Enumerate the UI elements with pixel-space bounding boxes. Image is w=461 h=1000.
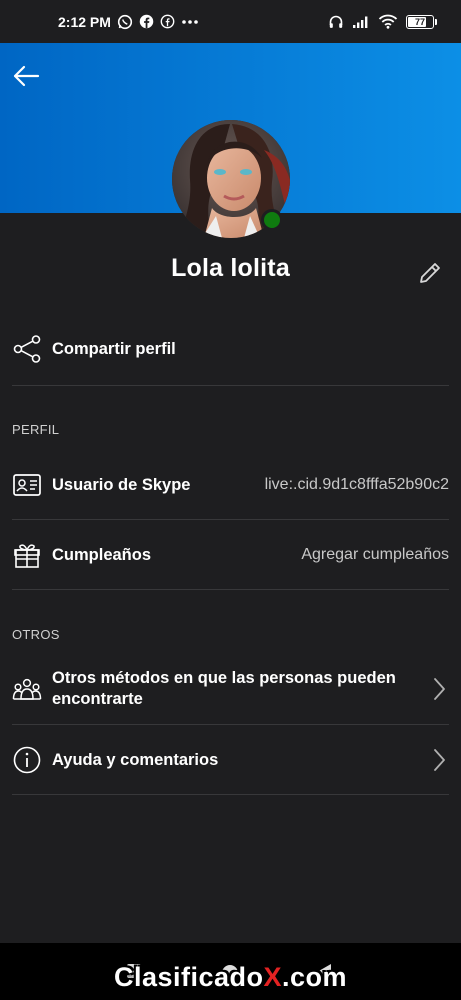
info-icon <box>12 745 42 775</box>
divider <box>12 385 449 386</box>
battery-tip <box>435 18 437 25</box>
divider <box>12 794 449 795</box>
battery-level: 77 <box>414 16 425 27</box>
birthday-label: Cumpleaños <box>52 545 152 564</box>
share-profile-label: Compartir perfil <box>52 339 176 358</box>
headphones-icon <box>328 14 344 30</box>
watermark-text-accent: X <box>263 962 283 992</box>
gift-icon <box>12 540 42 570</box>
status-left: 2:12 PM <box>58 14 199 30</box>
whatsapp-icon <box>117 14 133 30</box>
chevron-right-icon <box>429 748 449 772</box>
wifi-icon <box>378 14 398 29</box>
online-status-indicator <box>261 209 283 231</box>
add-birthday-link[interactable]: Agregar cumpleaños <box>301 546 449 564</box>
birthday-row[interactable]: Cumpleaños Agregar cumpleaños <box>12 540 449 570</box>
section-header-perfil: PERFIL <box>12 422 60 437</box>
status-time: 2:12 PM <box>58 13 111 30</box>
facebook-icon <box>160 14 175 29</box>
watermark-text-pre: Clasificado <box>113 962 264 992</box>
edit-button[interactable] <box>416 258 444 288</box>
more-dots-icon <box>181 19 199 25</box>
chevron-right-icon <box>429 677 449 701</box>
back-button[interactable] <box>10 60 42 92</box>
section-header-otros: OTROS <box>12 627 60 642</box>
watermark-logo: ClasificadoX.com <box>0 962 461 993</box>
battery-icon: 77 <box>406 14 437 29</box>
divider <box>12 724 449 725</box>
pencil-icon <box>420 263 440 283</box>
profile-name: Lola lolita <box>171 254 290 282</box>
skype-user-label: Usuario de Skype <box>52 475 191 494</box>
facebook-icon <box>139 14 154 29</box>
divider <box>12 589 449 590</box>
status-bar: 2:12 PM 77 <box>0 0 461 43</box>
share-profile-row[interactable]: Compartir perfil <box>12 334 449 364</box>
skype-user-value[interactable]: live:.cid.9d1c8fffa52b90c2 <box>265 476 449 494</box>
back-arrow-icon <box>13 65 40 87</box>
status-right: 77 <box>328 14 437 30</box>
skype-user-row[interactable]: Usuario de Skype live:.cid.9d1c8fffa52b9… <box>12 470 449 500</box>
battery-body: 77 <box>406 14 434 29</box>
id-card-icon <box>12 470 42 500</box>
other-methods-row[interactable]: Otros métodos en que las personas pueden… <box>12 668 449 710</box>
help-feedback-row[interactable]: Ayuda y comentarios <box>12 745 449 775</box>
share-icon <box>12 334 42 364</box>
other-methods-label: Otros métodos en que las personas pueden… <box>52 669 396 708</box>
divider <box>12 519 449 520</box>
help-feedback-label: Ayuda y comentarios <box>52 750 219 769</box>
people-icon <box>12 674 42 704</box>
watermark-text-post: .com <box>282 962 348 992</box>
signal-icon <box>352 15 370 29</box>
